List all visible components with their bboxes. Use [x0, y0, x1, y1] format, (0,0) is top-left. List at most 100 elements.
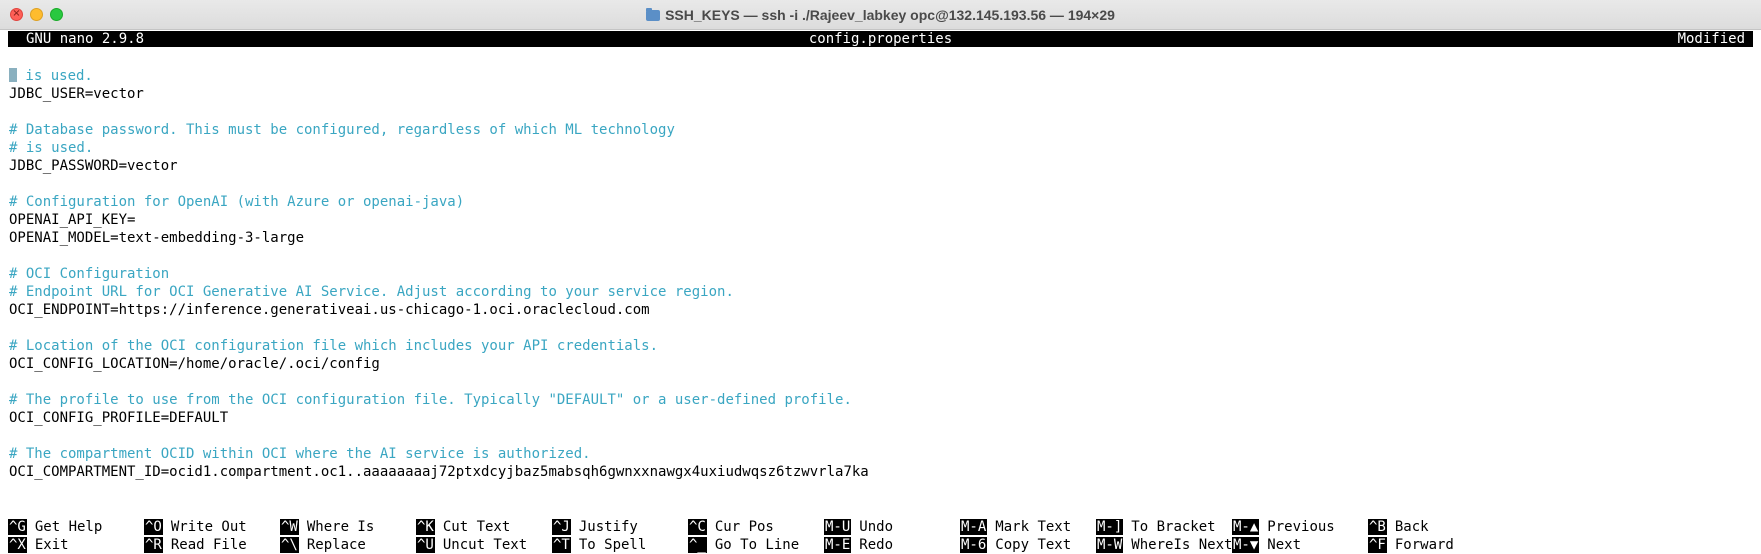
editor-line[interactable]: OPENAI_API_KEY= — [9, 211, 1754, 229]
editor-line[interactable]: OCI_CONFIG_LOCATION=/home/oracle/.oci/co… — [9, 355, 1754, 373]
editor-text-area[interactable]: is used. JDBC_USER=vector # Database pass… — [9, 67, 1754, 481]
shortcut-label: Copy Text — [995, 537, 1072, 553]
editor-line[interactable]: # Location of the OCI configuration file… — [9, 337, 1754, 355]
shortcut-key: ^U — [416, 537, 435, 553]
shortcut-label: Undo — [859, 519, 894, 535]
shortcut-label: Where Is — [306, 519, 375, 535]
terminal-window: × SSH_KEYS — ssh -i ./Rajeev_labkey opc@… — [0, 0, 1761, 554]
editor-line[interactable]: is used. — [9, 67, 1754, 85]
shortcut-label: Get Help — [34, 519, 103, 535]
shortcut-next[interactable]: M-▼ Next — [1232, 536, 1301, 554]
shortcut-label: Exit — [34, 537, 69, 553]
window-title-text: SSH_KEYS — ssh -i ./Rajeev_labkey opc@13… — [665, 7, 1115, 23]
shortcut-forward[interactable]: ^F Forward — [1368, 536, 1454, 554]
shortcut-key: M-6 — [960, 537, 988, 553]
shortcut-label: Read File — [170, 537, 247, 553]
shortcut-go-to-line[interactable]: ^_ Go To Line — [688, 536, 799, 554]
shortcut-label: Mark Text — [995, 519, 1072, 535]
shortcut-key: M-A — [960, 519, 988, 535]
shortcut-label: WhereIs Next — [1131, 537, 1233, 553]
shortcut-to-spell[interactable]: ^T To Spell — [552, 536, 646, 554]
shortcut-key: ^B — [1368, 519, 1387, 535]
editor-line[interactable]: OPENAI_MODEL=text-embedding-3-large — [9, 229, 1754, 247]
shortcut-key: M-E — [824, 537, 852, 553]
editor-line[interactable]: # The compartment OCID within OCI where … — [9, 445, 1754, 463]
shortcut-key: M-] — [1096, 519, 1124, 535]
shortcut-key: M-▼ — [1232, 537, 1260, 553]
shortcut-label: Replace — [306, 537, 366, 553]
shortcut-key: ^_ — [688, 537, 707, 553]
shortcut-read-file[interactable]: ^R Read File — [144, 536, 247, 554]
nano-title-bar: GNU nano 2.9.8 config.properties Modifie… — [8, 31, 1753, 47]
shortcut-redo[interactable]: M-E Redo — [824, 536, 893, 554]
shortcut-key: ^C — [688, 519, 707, 535]
shortcut-undo[interactable]: M-U Undo — [824, 518, 893, 536]
shortcut-label: Redo — [859, 537, 894, 553]
shortcut-label: To Spell — [578, 537, 647, 553]
editor-blank-line[interactable] — [9, 319, 1754, 337]
editor-line[interactable]: # Configuration for OpenAI (with Azure o… — [9, 193, 1754, 211]
shortcut-label: Justify — [578, 519, 638, 535]
shortcut-write-out[interactable]: ^O Write Out — [144, 518, 247, 536]
shortcut-to-bracket[interactable]: M-] To Bracket — [1096, 518, 1216, 536]
editor-line[interactable]: OCI_COMPARTMENT_ID=ocid1.compartment.oc1… — [9, 463, 1754, 481]
shortcut-copy-text[interactable]: M-6 Copy Text — [960, 536, 1071, 554]
editor-line-text: is used. — [17, 68, 93, 84]
shortcut-back[interactable]: ^B Back — [1368, 518, 1429, 536]
editor-blank-line[interactable] — [9, 427, 1754, 445]
shortcut-row: ^X Exit ^R Read File ^\ Replace ^U Uncut Text ^T… — [8, 536, 1753, 554]
shortcut-exit[interactable]: ^X Exit — [8, 536, 69, 554]
shortcut-key: ^F — [1368, 537, 1387, 553]
editor-line[interactable]: OCI_CONFIG_PROFILE=DEFAULT — [9, 409, 1754, 427]
shortcut-key: ^J — [552, 519, 571, 535]
shortcut-row: ^G Get Help ^O Write Out ^W Where Is ^K Cut Tex… — [8, 518, 1753, 536]
shortcut-label: Cut Text — [442, 519, 511, 535]
editor-line[interactable]: # The profile to use from the OCI config… — [9, 391, 1754, 409]
nano-filename: config.properties — [808, 31, 953, 47]
editor-blank-line[interactable] — [9, 175, 1754, 193]
shortcut-key: ^X — [8, 537, 27, 553]
shortcut-mark-text[interactable]: M-A Mark Text — [960, 518, 1071, 536]
shortcut-get-help[interactable]: ^G Get Help — [8, 518, 102, 536]
shortcut-key: ^K — [416, 519, 435, 535]
shortcut-key: M-W — [1096, 537, 1124, 553]
shortcut-key: ^R — [144, 537, 163, 553]
shortcut-key: ^G — [8, 519, 27, 535]
editor-line[interactable]: # Endpoint URL for OCI Generative AI Ser… — [9, 283, 1754, 301]
shortcut-uncut-text[interactable]: ^U Uncut Text — [416, 536, 527, 554]
editor-blank-line[interactable] — [9, 103, 1754, 121]
shortcut-cur-pos[interactable]: ^C Cur Pos — [688, 518, 774, 536]
editor-line[interactable]: # OCI Configuration — [9, 265, 1754, 283]
shortcut-replace[interactable]: ^\ Replace — [280, 536, 366, 554]
shortcut-previous[interactable]: M-▲ Previous — [1232, 518, 1335, 536]
shortcut-label: Next — [1267, 537, 1302, 553]
window-title: SSH_KEYS — ssh -i ./Rajeev_labkey opc@13… — [0, 0, 1761, 30]
window-titlebar[interactable]: × SSH_KEYS — ssh -i ./Rajeev_labkey opc@… — [0, 0, 1761, 30]
shortcut-justify[interactable]: ^J Justify — [552, 518, 638, 536]
shortcut-whereis-next[interactable]: M-W WhereIs Next — [1096, 536, 1232, 554]
shortcut-key: ^T — [552, 537, 571, 553]
shortcut-label: To Bracket — [1131, 519, 1216, 535]
editor-line[interactable]: OCI_ENDPOINT=https://inference.generativ… — [9, 301, 1754, 319]
folder-icon — [646, 8, 661, 21]
editor-blank-line[interactable] — [9, 373, 1754, 391]
shortcut-label: Uncut Text — [442, 537, 528, 553]
shortcut-key: ^W — [280, 519, 299, 535]
shortcut-where-is[interactable]: ^W Where Is — [280, 518, 374, 536]
editor-line[interactable]: JDBC_USER=vector — [9, 85, 1754, 103]
shortcut-key: ^O — [144, 519, 163, 535]
text-cursor — [9, 68, 17, 82]
editor-line[interactable]: # Database password. This must be config… — [9, 121, 1754, 139]
shortcut-label: Previous — [1267, 519, 1335, 535]
shortcut-cut-text[interactable]: ^K Cut Text — [416, 518, 510, 536]
shortcut-label: Go To Line — [714, 537, 800, 553]
shortcut-label: Back — [1394, 519, 1429, 535]
shortcut-label: Forward — [1394, 537, 1454, 553]
shortcut-key: M-U — [824, 519, 852, 535]
shortcut-key: ^\ — [280, 537, 299, 553]
shortcut-label: Write Out — [170, 519, 247, 535]
editor-line[interactable]: JDBC_PASSWORD=vector — [9, 157, 1754, 175]
editor-blank-line[interactable] — [9, 247, 1754, 265]
shortcut-label: Cur Pos — [714, 519, 774, 535]
editor-line[interactable]: # is used. — [9, 139, 1754, 157]
